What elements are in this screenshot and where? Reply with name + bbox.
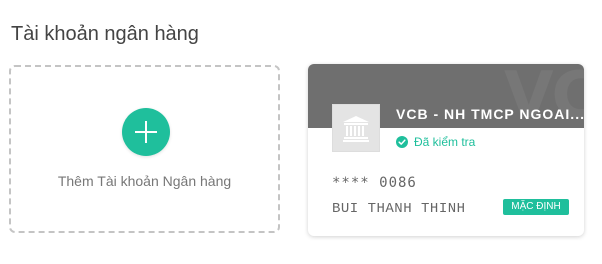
add-bank-account-button[interactable]: Thêm Tài khoản Ngân hàng (9, 65, 280, 233)
verified-status: Đã kiểm tra (414, 135, 476, 149)
card-number: **** 0086 (332, 175, 417, 191)
page-title: Tài khoản ngân hàng (11, 23, 199, 45)
check-circle-icon (396, 136, 408, 148)
card-watermark: VC (504, 64, 584, 133)
default-badge: MẶC ĐỊNH (503, 199, 569, 215)
bank-account-card[interactable]: VC VCB - NH TMCP NGOAI... Đã kiểm tra **… (308, 64, 584, 236)
plus-icon (135, 121, 157, 143)
add-bank-account-label: Thêm Tài khoản Ngân hàng (57, 173, 232, 189)
bank-name: VCB - NH TMCP NGOAI... (396, 106, 584, 122)
account-holder-name: BUI THANH THINH (332, 201, 466, 217)
bank-building-icon (343, 116, 369, 142)
add-circle-button[interactable] (122, 108, 170, 156)
bank-logo (332, 104, 380, 152)
